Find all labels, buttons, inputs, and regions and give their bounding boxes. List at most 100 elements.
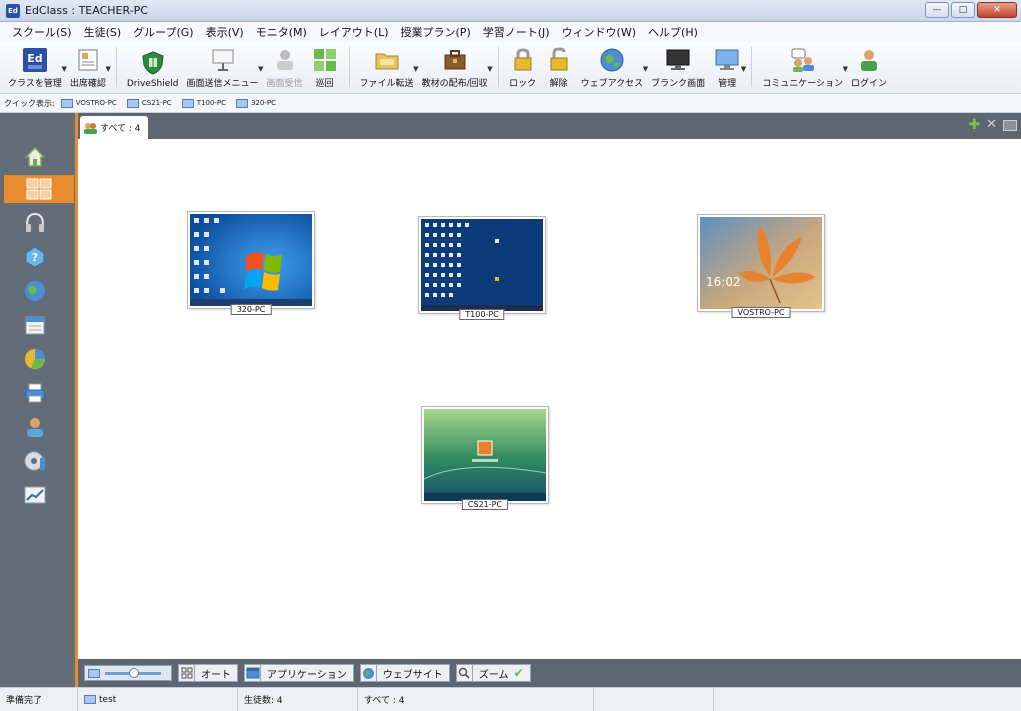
menu-lesson-plan[interactable]: 授業プラン(P) bbox=[395, 24, 477, 40]
zoom-button[interactable]: ズーム ✔ bbox=[455, 664, 531, 682]
menu-window[interactable]: ウィンドウ(W) bbox=[556, 24, 642, 40]
application-button[interactable]: アプリケーション bbox=[244, 664, 354, 682]
status-bar: 準備完了 test 生徒数: 4 すべて : 4 bbox=[0, 687, 1021, 711]
status-ready: 準備完了 bbox=[0, 688, 78, 711]
menu-monitor[interactable]: モニタ(M) bbox=[250, 24, 313, 40]
disc-icon[interactable] bbox=[20, 447, 50, 475]
win7-desktop-image bbox=[190, 214, 312, 306]
monitor-icon bbox=[84, 695, 96, 704]
pc-thumbnail-cs21[interactable]: CS21-PC bbox=[421, 406, 549, 510]
material-distribute-button[interactable]: 教材の配布/回収 ▼ bbox=[418, 41, 493, 93]
thumbnail-size-slider[interactable] bbox=[84, 665, 172, 681]
web-access-button[interactable]: ウェブアクセス ▼ bbox=[577, 41, 648, 93]
quick-display-bar: クイック表示: VOSTRO-PC CS21-PC T100-PC 320-PC bbox=[0, 94, 1021, 113]
tour-button[interactable]: 巡回 bbox=[307, 41, 343, 93]
auto-layout-button[interactable]: オート bbox=[178, 664, 238, 682]
title-bar: Ed EdClass : TEACHER-PC — □ ✕ bbox=[0, 0, 1021, 22]
manage-button[interactable]: 管理 ▼ bbox=[709, 41, 746, 93]
add-group-icon[interactable]: ✚ bbox=[968, 118, 980, 132]
pc-thumbnail-t100[interactable]: T100-PC bbox=[418, 216, 546, 320]
svg-text:Ed: Ed bbox=[27, 52, 42, 65]
shield-icon bbox=[139, 50, 167, 76]
grid-icon bbox=[179, 665, 195, 681]
close-icon[interactable]: ✕ bbox=[986, 118, 997, 132]
monitor-icon bbox=[60, 98, 73, 108]
class-manage-button[interactable]: Ed クラスを管理 ▼ bbox=[4, 41, 67, 93]
menu-help[interactable]: ヘルプ(H) bbox=[642, 24, 704, 40]
blue-desktop-image bbox=[421, 219, 543, 311]
attendance-button[interactable]: 出席確認 ▼ bbox=[66, 41, 111, 93]
quick-display-label: クイック表示: bbox=[4, 98, 55, 108]
edclass-icon: Ed bbox=[21, 47, 49, 73]
pie-chart-icon[interactable] bbox=[20, 345, 50, 373]
view-control-bar: オート アプリケーション ウェブサイト ズーム ✔ bbox=[78, 659, 1021, 687]
svg-text:?: ? bbox=[32, 251, 38, 264]
status-student-count: 生徒数: 4 bbox=[238, 688, 358, 711]
pc-name-label: CS21-PC bbox=[461, 499, 509, 510]
desktop-screenshot bbox=[424, 409, 546, 501]
status-class: test bbox=[78, 688, 238, 711]
thumbnail-view-icon[interactable] bbox=[4, 175, 74, 203]
status-empty-cell bbox=[594, 688, 714, 711]
quick-item-t100[interactable]: T100-PC bbox=[181, 98, 226, 108]
quiz-question-icon[interactable]: ? bbox=[20, 243, 50, 271]
headphones-icon[interactable] bbox=[20, 209, 50, 237]
monitor-icon bbox=[235, 98, 248, 108]
lock-icon bbox=[509, 47, 537, 73]
group-users-icon bbox=[84, 122, 97, 134]
screenshot-icon[interactable] bbox=[1003, 119, 1017, 131]
group-tab-strip: すべて : 4 ✚ ✕ bbox=[78, 113, 1021, 139]
chevron-down-icon[interactable]: ▼ bbox=[105, 65, 110, 73]
unlock-icon bbox=[545, 47, 573, 73]
globe-icon bbox=[598, 47, 626, 73]
close-button[interactable]: ✕ bbox=[977, 2, 1017, 18]
quick-item-cs21[interactable]: CS21-PC bbox=[126, 98, 172, 108]
desktop-screenshot bbox=[421, 219, 543, 311]
application-window-icon bbox=[245, 665, 261, 681]
login-button[interactable]: ログイン bbox=[847, 41, 891, 93]
maximize-button[interactable]: □ bbox=[951, 2, 975, 18]
minimize-button[interactable]: — bbox=[925, 2, 949, 18]
folder-icon bbox=[373, 47, 401, 73]
menu-student[interactable]: 生徒(S) bbox=[78, 24, 128, 40]
blank-screen-button[interactable]: ブランク画面 bbox=[647, 41, 709, 93]
printer-icon[interactable] bbox=[20, 379, 50, 407]
home-icon[interactable] bbox=[20, 143, 50, 171]
toolbar-separator bbox=[751, 47, 753, 87]
monitor-icon bbox=[126, 98, 139, 108]
driveshield-button[interactable]: DriveShield bbox=[123, 41, 183, 93]
menu-school[interactable]: スクール(S) bbox=[6, 24, 78, 40]
screen-receive-button[interactable]: 画面受信 bbox=[263, 41, 307, 93]
screen-send-menu-button[interactable]: 画面送信メニュー ▼ bbox=[183, 41, 264, 93]
pc-thumbnail-vostro[interactable]: 16:02 VOSTRO-PC bbox=[697, 214, 825, 318]
app-icon: Ed bbox=[6, 3, 20, 18]
globe-icon bbox=[361, 665, 377, 681]
menu-layout[interactable]: レイアウト(L) bbox=[313, 24, 395, 40]
chevron-down-icon[interactable]: ▼ bbox=[741, 65, 746, 73]
window-controls: — □ ✕ bbox=[925, 2, 1017, 18]
file-transfer-button[interactable]: ファイル転送 ▼ bbox=[356, 41, 419, 93]
tab-controls: ✚ ✕ bbox=[968, 118, 1017, 132]
menu-group[interactable]: グループ(G) bbox=[127, 24, 199, 40]
unlock-button[interactable]: 解除 bbox=[541, 41, 577, 93]
communication-button[interactable]: コミュニケーション ▼ bbox=[758, 41, 848, 93]
quick-item-vostro[interactable]: VOSTRO-PC bbox=[60, 98, 117, 108]
tab-all[interactable]: すべて : 4 bbox=[80, 116, 148, 139]
website-button[interactable]: ウェブサイト bbox=[359, 664, 450, 682]
pc-thumbnail-320[interactable]: 320-PC bbox=[187, 211, 315, 315]
menu-study-note[interactable]: 学習ノート(J) bbox=[477, 24, 556, 40]
briefcase-icon bbox=[441, 47, 469, 73]
lock-button[interactable]: ロック bbox=[505, 41, 541, 93]
globe-icon[interactable] bbox=[20, 277, 50, 305]
calendar-icon[interactable] bbox=[20, 311, 50, 339]
chevron-down-icon[interactable]: ▼ bbox=[487, 65, 492, 73]
lockscreen-clock: 16:02 bbox=[706, 275, 741, 289]
monitor-icon bbox=[88, 669, 100, 678]
menu-view[interactable]: 表示(V) bbox=[200, 24, 250, 40]
user-icon[interactable] bbox=[20, 413, 50, 441]
vista-login-image bbox=[424, 409, 546, 501]
quick-item-320[interactable]: 320-PC bbox=[235, 98, 276, 108]
pc-name-label: VOSTRO-PC bbox=[731, 307, 791, 318]
line-chart-icon[interactable] bbox=[20, 481, 50, 509]
slider-knob[interactable] bbox=[129, 668, 139, 678]
